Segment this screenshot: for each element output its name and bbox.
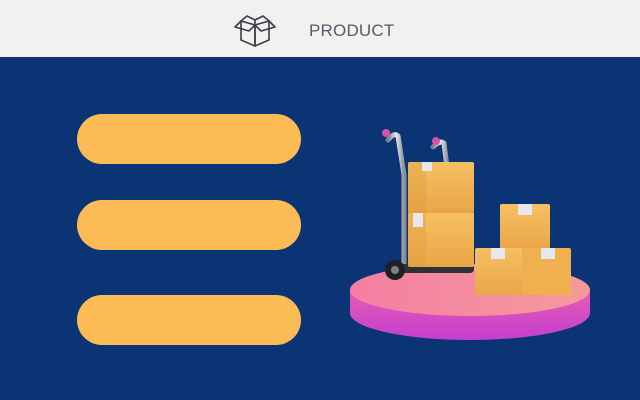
page-title: PRODUCT <box>309 21 395 40</box>
handle-grip-right <box>432 137 440 145</box>
hand-truck-with-boxes-illustration <box>350 129 590 340</box>
hand-truck-handle-left <box>385 132 407 271</box>
handle-grip-left <box>382 129 390 137</box>
box-tape <box>491 248 505 259</box>
box-tape <box>413 213 423 227</box>
menu-item-1[interactable] <box>77 114 301 164</box>
menu-item-2[interactable] <box>77 200 301 250</box>
open-box-icon <box>234 15 276 47</box>
box-tape <box>422 162 432 171</box>
hand-truck-wheel-hub <box>391 266 399 274</box>
header-bar: PRODUCT <box>0 0 640 57</box>
menu-item-3[interactable] <box>77 295 301 345</box>
box-tape <box>541 248 555 259</box>
box-tape <box>518 204 532 215</box>
